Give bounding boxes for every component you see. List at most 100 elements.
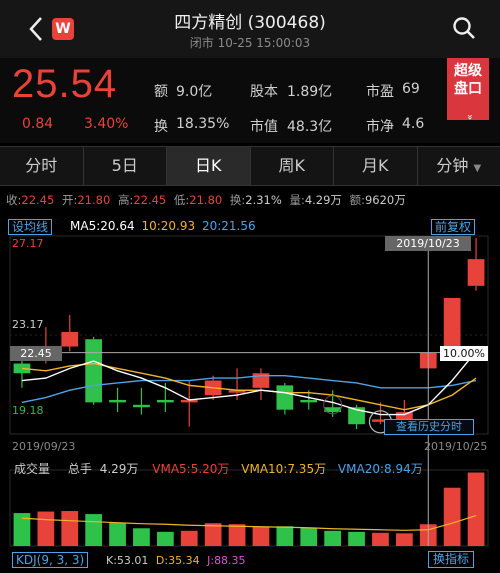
expand-chevron-icon[interactable]: » bbox=[461, 96, 475, 138]
tab-monthly-k[interactable]: 月K bbox=[334, 147, 418, 185]
stat-label-amount: 额 bbox=[154, 84, 168, 100]
volume-value: 4.29万 bbox=[304, 193, 342, 207]
kline-chart[interactable] bbox=[0, 212, 500, 573]
volume-total-label: 总手 bbox=[67, 462, 92, 476]
last-price: 25.54 bbox=[12, 62, 118, 106]
price-change: 0.84 bbox=[22, 116, 54, 132]
candle-body bbox=[133, 404, 150, 408]
tab-5day[interactable]: 5日 bbox=[84, 147, 167, 185]
volume-bar bbox=[228, 524, 246, 546]
volume-bar bbox=[467, 472, 485, 546]
crosshair-pct-label: 10.00% bbox=[440, 346, 488, 361]
kdj-indicator-button[interactable]: KDJ(9, 3, 3) bbox=[12, 552, 89, 568]
kdj-k-label: K: bbox=[106, 554, 117, 567]
volume-bar bbox=[109, 522, 126, 546]
ma20-label: 20: bbox=[201, 219, 222, 233]
stat-value-market-cap: 48.3亿 bbox=[287, 119, 333, 135]
start-date-label: 2019/09/23 bbox=[12, 440, 76, 453]
vma5-value: 5.20万 bbox=[190, 462, 230, 476]
kdj-d-value: 35.34 bbox=[168, 554, 200, 567]
stat-value-amount: 9.0亿 bbox=[176, 84, 213, 100]
stat-value-pe: 69 bbox=[402, 81, 420, 97]
candle-body bbox=[276, 385, 294, 410]
volume-bar bbox=[252, 526, 270, 546]
volume-label: 量: bbox=[289, 193, 305, 207]
tab-weekly-k[interactable]: 周K bbox=[251, 147, 334, 185]
switch-indicator-button[interactable]: 换指标 bbox=[428, 551, 475, 568]
candles bbox=[13, 238, 485, 430]
close-label: 收: bbox=[6, 193, 22, 207]
badge-line1: 超级 bbox=[454, 63, 482, 79]
volume-bar bbox=[61, 511, 79, 546]
volume-title: 成交量 bbox=[14, 462, 51, 476]
turnover-label: 换: bbox=[229, 193, 246, 207]
volume-bars bbox=[13, 472, 485, 546]
ma10-value: 20.93 bbox=[160, 219, 196, 233]
stat-label-market-cap: 市值 bbox=[250, 119, 278, 135]
stat-label-pe: 市盈 bbox=[366, 84, 394, 100]
volume-bar bbox=[372, 532, 389, 546]
volume-bar bbox=[395, 533, 413, 546]
vma20-value: 8.94万 bbox=[384, 462, 423, 476]
price-axis-bottom: 19.18 bbox=[12, 404, 44, 417]
stock-title: 四方精创 (300468) bbox=[174, 13, 326, 33]
candle-body bbox=[300, 399, 318, 403]
adjust-mode-button[interactable]: 前复权 bbox=[431, 219, 476, 235]
crosshair-price-label: 22.45 bbox=[10, 346, 62, 361]
set-ma-button[interactable]: 设均线 bbox=[8, 219, 53, 235]
candle-body bbox=[443, 297, 461, 352]
vma10-label: VMA10: bbox=[241, 462, 288, 476]
ohlc-row: 收:22.45 开:21.80 高:22.45 低:21.80 换:2.31% … bbox=[0, 192, 500, 210]
volume-bar bbox=[180, 530, 198, 546]
price-axis-mid: 23.17 bbox=[12, 318, 44, 331]
candle-body bbox=[109, 399, 126, 403]
stat-label-pb: 市净 bbox=[366, 119, 394, 135]
low-label: 低: bbox=[173, 193, 190, 207]
period-tabs: 分时 5日 日K 周K 月K 分钟 ▼ bbox=[0, 146, 500, 186]
ma20-value: 21.56 bbox=[221, 219, 256, 233]
volume-bar bbox=[133, 528, 150, 546]
price-axis-top: 27.17 bbox=[12, 237, 44, 250]
low-value: 21.80 bbox=[189, 193, 223, 207]
volume-bar bbox=[37, 511, 55, 546]
ma5-label: MA5: bbox=[70, 219, 101, 233]
kdj-values: K:53.01 D:35.34 J:88.35 bbox=[106, 554, 246, 567]
top-nav-bar: W 四方精创 (300468) 闭市 10-25 15:00:03 bbox=[0, 0, 500, 58]
candle-body bbox=[156, 399, 174, 403]
stat-value-share-capital: 1.89亿 bbox=[287, 84, 333, 100]
volume-bar bbox=[276, 526, 294, 546]
price-change-pct: 3.40% bbox=[84, 116, 129, 132]
kdj-d-label: D: bbox=[155, 554, 169, 567]
crosshair-date-label: 2019/10/23 bbox=[385, 236, 471, 251]
tab-intraday[interactable]: 分时 bbox=[0, 147, 84, 185]
volume-bar bbox=[324, 530, 342, 546]
crosshair bbox=[10, 236, 488, 546]
kdj-k-value: 53.01 bbox=[116, 554, 149, 567]
volume-bar bbox=[85, 514, 103, 546]
volume-bar bbox=[156, 531, 174, 546]
volume-bar bbox=[300, 527, 318, 546]
volume-header: 成交量 总手 4.29万 VMA5:5.20万 VMA10:7.35万 VMA2… bbox=[14, 460, 423, 477]
volume-total-value: 4.29万 bbox=[99, 462, 139, 476]
volume-bar bbox=[204, 523, 222, 546]
market-status: 闭市 10-25 15:00:03 bbox=[189, 36, 311, 50]
close-value: 22.45 bbox=[21, 193, 55, 207]
kdj-j-value: 88.35 bbox=[214, 554, 246, 567]
ma5-value: 20.64 bbox=[100, 219, 135, 233]
stat-value-turnover: 18.35% bbox=[176, 116, 230, 132]
view-history-intraday-button[interactable]: 查看历史分时 bbox=[384, 419, 474, 435]
search-icon[interactable] bbox=[452, 16, 476, 40]
vma20-label: VMA20: bbox=[337, 462, 385, 476]
volume-bar bbox=[443, 487, 461, 546]
stat-value-pb: 4.6 bbox=[402, 116, 425, 132]
candle-body bbox=[61, 331, 79, 347]
open-value: 21.80 bbox=[77, 193, 111, 207]
open-label: 开: bbox=[61, 193, 78, 207]
tab-minute[interactable]: 分钟 ▼ bbox=[418, 147, 500, 185]
end-date-label: 2019/10/25 bbox=[424, 440, 488, 453]
turnover-value: 2.31% bbox=[245, 193, 282, 207]
vma10-value: 7.35万 bbox=[287, 462, 327, 476]
tab-daily-k[interactable]: 日K bbox=[167, 147, 251, 185]
stat-label-turnover: 换 bbox=[154, 119, 168, 135]
candle-body bbox=[467, 259, 485, 286]
